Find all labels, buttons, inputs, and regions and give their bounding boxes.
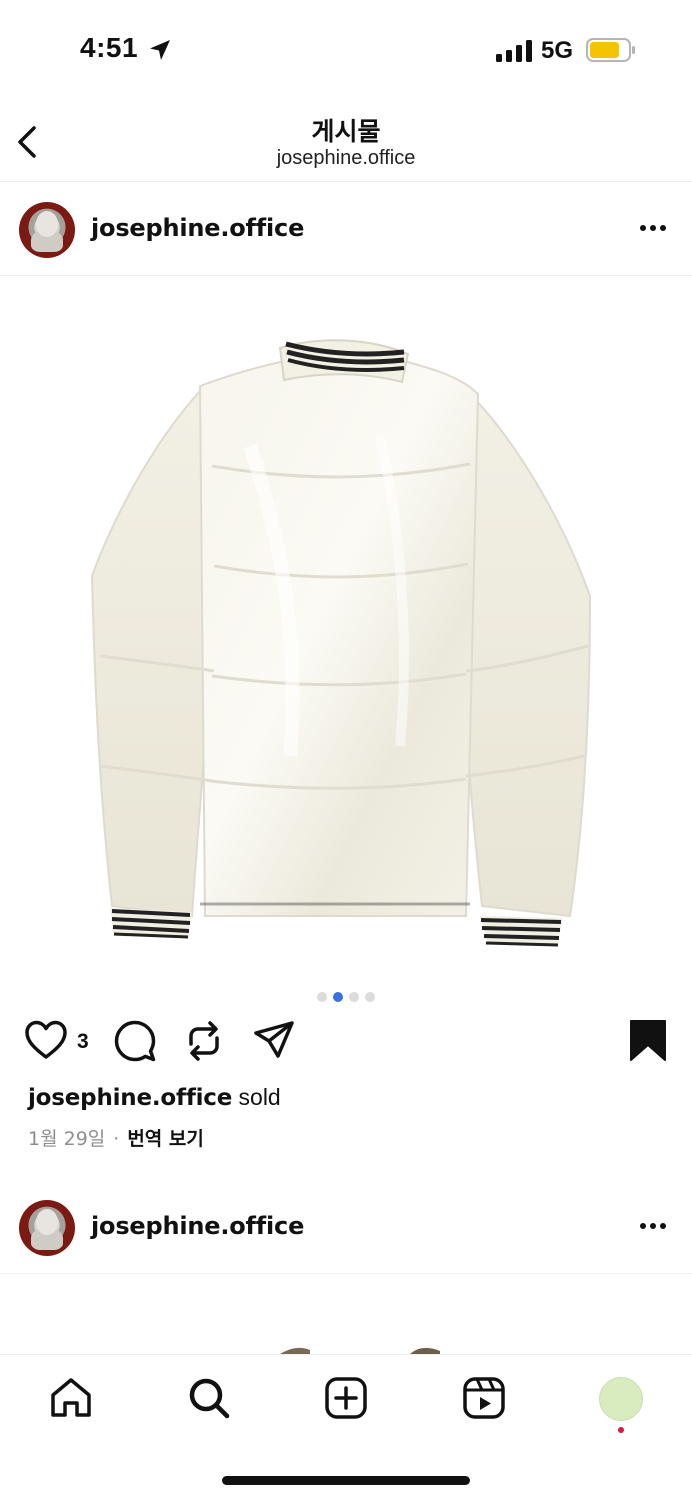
post-header: josephine.office <box>0 182 692 276</box>
notification-dot <box>618 1427 624 1433</box>
carousel-indicator <box>0 989 692 1002</box>
post-page-header: 게시물 josephine.office <box>0 100 692 182</box>
search-icon[interactable] <box>186 1375 232 1421</box>
avatar[interactable] <box>19 1200 75 1256</box>
meta-separator: · <box>113 1128 120 1150</box>
cellular-signal-icon <box>496 40 532 62</box>
like-count[interactable]: 3 <box>77 1030 89 1054</box>
carousel-dot <box>349 992 359 1002</box>
jacket-photo <box>90 339 592 947</box>
share-send-icon[interactable] <box>252 1018 296 1064</box>
avatar[interactable] <box>19 202 75 258</box>
status-bar: 4:51 5G <box>0 0 692 100</box>
translate-link[interactable]: 번역 보기 <box>127 1128 204 1150</box>
caption-username[interactable]: josephine.office <box>28 1085 232 1111</box>
carousel-dot <box>317 992 327 1002</box>
battery-icon <box>586 38 635 62</box>
post-actions: 3 <box>0 1018 692 1068</box>
heart-icon[interactable] <box>24 1018 68 1064</box>
repost-icon[interactable] <box>182 1018 226 1064</box>
create-post-icon[interactable] <box>323 1375 369 1421</box>
profile-avatar-tab[interactable] <box>599 1377 643 1421</box>
more-options-icon[interactable] <box>636 1216 670 1236</box>
left-cuff <box>110 908 192 939</box>
right-cuff <box>480 916 562 947</box>
bookmark-icon[interactable] <box>626 1018 670 1064</box>
home-indicator[interactable] <box>222 1476 470 1485</box>
post-caption: josephine.office sold <box>28 1084 281 1111</box>
status-time: 4:51 <box>80 32 139 63</box>
location-arrow-icon <box>150 40 170 60</box>
carousel-dot-active <box>333 992 343 1002</box>
page-title: 게시물 <box>311 117 381 146</box>
more-options-icon[interactable] <box>636 218 670 238</box>
home-icon[interactable] <box>48 1375 94 1421</box>
avatar-figure-head <box>36 1209 58 1235</box>
next-post-header: josephine.office <box>0 1180 692 1274</box>
post-meta: 1월 29일 · 번역 보기 <box>28 1124 204 1151</box>
post-username[interactable]: josephine.office <box>91 214 304 242</box>
caption-text: sold <box>232 1084 281 1110</box>
network-type: 5G <box>541 37 574 64</box>
next-post-image-peek <box>280 1347 440 1354</box>
next-post-username[interactable]: josephine.office <box>91 1212 304 1240</box>
carousel-dot <box>365 992 375 1002</box>
page-subtitle-username[interactable]: josephine.office <box>0 147 692 170</box>
avatar-figure-head <box>36 211 58 237</box>
post-image[interactable] <box>0 276 692 976</box>
reels-icon[interactable] <box>461 1375 507 1421</box>
post-date: 1월 29일 <box>28 1128 106 1150</box>
comment-icon[interactable] <box>113 1018 157 1064</box>
